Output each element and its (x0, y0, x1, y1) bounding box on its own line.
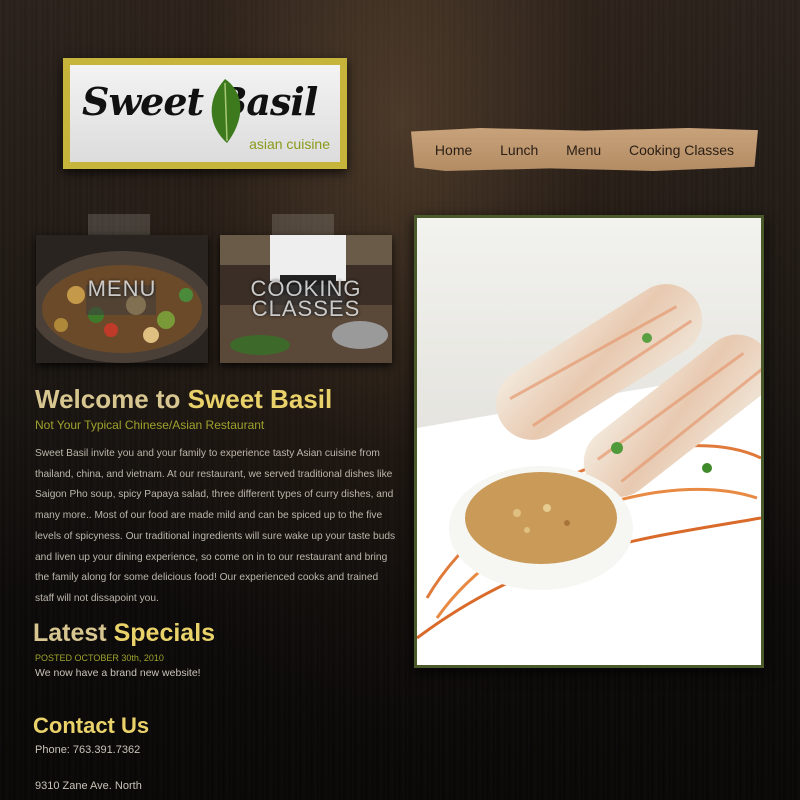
nav-item-home[interactable]: Home (435, 142, 472, 158)
logo-name: Sweet Basil (82, 79, 318, 124)
logo-subtitle: asian cuisine (249, 136, 330, 152)
nav-item-lunch[interactable]: Lunch (500, 142, 538, 158)
logo-panel: Sweet Basil asian cuisine (70, 65, 340, 162)
welcome-heading: Welcome to Sweet Basil (35, 384, 332, 415)
thumb-label-line-2: CLASSES (251, 296, 361, 321)
nav-item-cooking-classes[interactable]: Cooking Classes (629, 142, 734, 158)
food-photo-frame (414, 215, 764, 668)
tagline: Not Your Typical Chinese/Asian Restauran… (35, 418, 265, 432)
menu-thumbnail-link[interactable]: MENU (36, 235, 208, 363)
specials-heading-prefix: Latest (33, 619, 107, 647)
special-text: We now have a brand new website! (35, 667, 201, 679)
welcome-body: Sweet Basil invite you and your family t… (35, 448, 396, 604)
welcome-heading-accent: Sweet Basil (187, 384, 333, 414)
nav-item-menu[interactable]: Menu (566, 142, 601, 158)
basil-leaf-icon (211, 79, 241, 143)
specials-heading-accent: Specials (113, 619, 216, 647)
site-logo[interactable]: Sweet Basil asian cuisine (63, 58, 347, 169)
contact-address: 9310 Zane Ave. North (35, 780, 142, 792)
spring-rolls-image (417, 218, 761, 665)
welcome-heading-prefix: Welcome to (35, 384, 181, 414)
specials-heading: Latest Specials (33, 619, 215, 648)
main-nav: Home Lunch Menu Cooking Classes (411, 128, 758, 171)
cooking-classes-thumbnail-label: COOKING CLASSES (220, 278, 392, 321)
post-date: POSTED OCTOBER 30th, 2010 (35, 653, 164, 663)
cooking-classes-thumbnail-link[interactable]: COOKING CLASSES (220, 235, 392, 363)
menu-thumbnail-label: MENU (87, 276, 157, 301)
contact-heading: Contact Us (33, 713, 150, 738)
contact-phone: Phone: 763.391.7362 (35, 744, 141, 756)
